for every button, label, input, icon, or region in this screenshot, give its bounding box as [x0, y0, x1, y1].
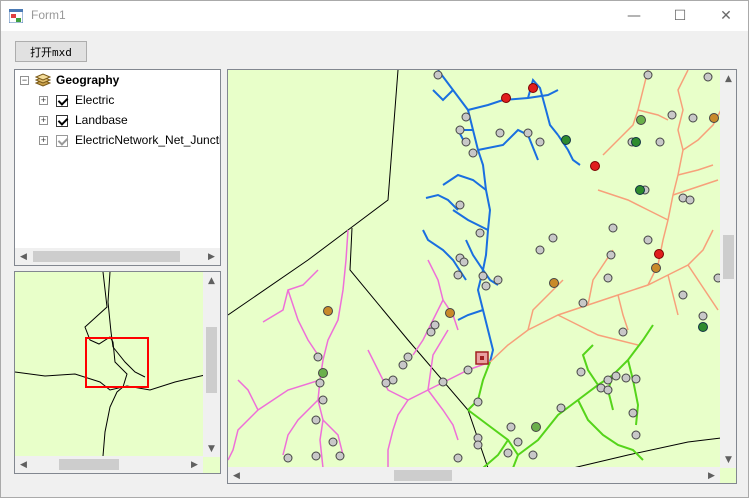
layer-label-junctions: ElectricNetwork_Net_Junctions	[75, 133, 220, 147]
toc-layer-landbase[interactable]: + Landbase	[15, 111, 220, 131]
toc-root-label: Geography	[56, 73, 120, 87]
scroll-up-icon[interactable]: ▲	[203, 272, 220, 289]
expand-icon[interactable]: +	[39, 96, 48, 105]
minimize-button[interactable]: —	[611, 1, 657, 31]
layer-label-electric: Electric	[75, 93, 115, 107]
open-mxd-button[interactable]: 打开mxd	[15, 41, 87, 62]
overview-map-canvas	[15, 272, 205, 456]
expand-icon[interactable]: +	[39, 136, 48, 145]
map-vertical-scrollbar[interactable]: ▲ ▼	[720, 70, 736, 468]
layer-checkbox-junctions[interactable]	[56, 135, 68, 147]
scroll-right-icon[interactable]: ▶	[703, 467, 720, 483]
layers-icon	[35, 73, 51, 87]
scroll-left-icon[interactable]: ◀	[228, 467, 245, 483]
layer-label-landbase: Landbase	[75, 113, 128, 127]
overview-vertical-scrollbar[interactable]: ▲ ▼	[203, 272, 220, 457]
scroll-up-icon[interactable]: ▲	[720, 70, 736, 87]
table-of-contents[interactable]: − Geography + Electric + Landbase + Elec…	[14, 69, 221, 266]
maximize-icon: ☐	[673, 8, 687, 24]
scroll-left-icon[interactable]: ◀	[15, 248, 32, 265]
minimize-icon: —	[627, 8, 641, 24]
scroll-left-icon[interactable]: ◀	[15, 456, 32, 473]
scroll-thumb[interactable]	[723, 235, 734, 279]
overview-horizontal-scrollbar[interactable]: ◀ ▶	[15, 456, 203, 473]
scroll-down-icon[interactable]: ▼	[720, 451, 736, 468]
form-icon	[9, 9, 23, 23]
main-map[interactable]: ▲ ▼ ◀ ▶	[227, 69, 737, 484]
expand-icon[interactable]: +	[39, 116, 48, 125]
scroll-right-icon[interactable]: ▶	[186, 456, 203, 473]
scroll-thumb[interactable]	[33, 251, 180, 262]
collapse-icon[interactable]: −	[20, 76, 29, 85]
scroll-thumb[interactable]	[59, 459, 119, 470]
toc-layer-junctions[interactable]: + ElectricNetwork_Net_Junctions	[15, 131, 220, 151]
layer-checkbox-electric[interactable]	[56, 95, 68, 107]
close-button[interactable]: ✕	[703, 1, 749, 31]
maximize-button[interactable]: ☐	[657, 1, 703, 31]
title-bar[interactable]: Form1 — ☐ ✕	[1, 1, 748, 31]
scroll-down-icon[interactable]: ▼	[203, 440, 220, 457]
map-horizontal-scrollbar[interactable]: ◀ ▶	[228, 467, 720, 483]
window-title: Form1	[31, 8, 66, 22]
main-map-canvas	[228, 70, 721, 468]
close-icon: ✕	[720, 8, 732, 24]
overview-map[interactable]: ▲ ▼ ◀ ▶	[14, 271, 221, 474]
main-window: Form1 — ☐ ✕ 打开mxd − Geography + Electric…	[0, 0, 749, 498]
scroll-right-icon[interactable]: ▶	[203, 248, 220, 265]
toc-layer-electric[interactable]: + Electric	[15, 91, 220, 111]
layer-checkbox-landbase[interactable]	[56, 115, 68, 127]
toc-horizontal-scrollbar[interactable]: ◀ ▶	[15, 248, 220, 265]
scroll-thumb[interactable]	[394, 470, 452, 481]
scroll-thumb[interactable]	[206, 327, 217, 393]
